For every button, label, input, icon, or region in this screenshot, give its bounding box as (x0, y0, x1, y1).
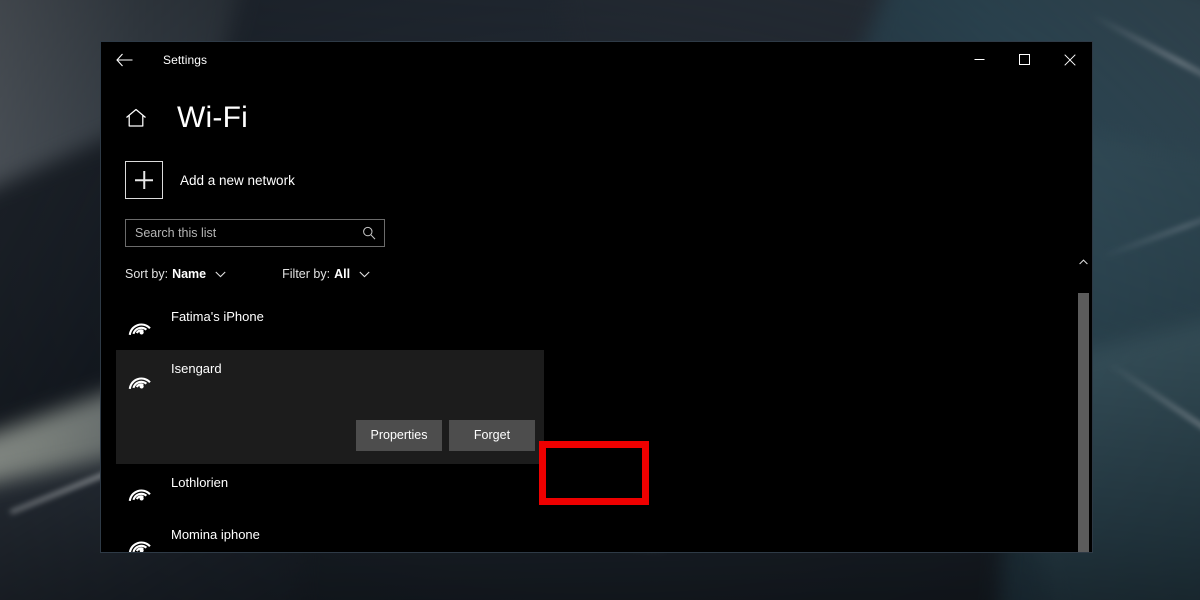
settings-content: Add a new network Sort by: Name F (101, 161, 1092, 552)
chevron-down-icon (215, 271, 226, 278)
minimize-button[interactable] (957, 42, 1002, 77)
forget-button[interactable]: Forget (449, 419, 535, 451)
sort-by-dropdown[interactable]: Sort by: Name (125, 267, 226, 281)
scroll-up-button[interactable] (1075, 251, 1092, 273)
chevron-up-icon (1079, 259, 1088, 265)
app-title: Settings (163, 52, 208, 67)
network-list-item[interactable]: Fatima's iPhone (116, 298, 544, 350)
network-list-item-selected[interactable]: Isengard (116, 350, 544, 406)
wifi-signal-icon (125, 313, 155, 336)
maximize-button[interactable] (1002, 42, 1047, 77)
network-list-item[interactable]: Lothlorien (116, 464, 544, 516)
maximize-icon (1019, 54, 1030, 65)
wifi-signal-icon (125, 531, 155, 552)
network-action-bar: Properties Forget (116, 406, 544, 464)
wifi-signal-icon (125, 479, 155, 502)
plus-icon (125, 161, 163, 199)
sort-by-value: Name (172, 267, 207, 281)
close-icon (1063, 53, 1076, 66)
window-titlebar[interactable]: Settings (101, 42, 1092, 77)
magnifier-glyph (363, 226, 376, 240)
close-button[interactable] (1047, 42, 1092, 77)
back-arrow-icon (115, 53, 132, 66)
network-name: Momina iphone (171, 527, 260, 542)
properties-button[interactable]: Properties (356, 419, 442, 451)
network-name: Fatima's iPhone (171, 309, 264, 324)
search-box[interactable] (125, 219, 385, 247)
scrollbar-thumb[interactable] (1078, 293, 1089, 552)
back-button[interactable] (101, 42, 147, 77)
sort-by-label: Sort by: (125, 267, 169, 281)
home-icon (126, 108, 146, 127)
settings-window: Settings Wi-Fi Add a new network Search … (100, 41, 1093, 553)
page-title: Wi-Fi (177, 100, 248, 134)
filter-by-label: Filter by: (282, 267, 331, 281)
search-input[interactable] (135, 226, 360, 240)
network-name: Isengard (171, 361, 222, 376)
minimize-icon (974, 59, 985, 60)
window-controls (957, 42, 1092, 77)
network-list: Fatima's iPhone Isengard Properties Forg… (116, 298, 1092, 552)
network-name: Lothlorien (171, 475, 229, 490)
page-header: Wi-Fi (101, 77, 1092, 139)
home-button[interactable] (125, 108, 151, 128)
list-filter-row: Sort by: Name Filter by: All (125, 267, 1092, 281)
search-icon[interactable] (360, 226, 378, 240)
vertical-scrollbar[interactable] (1075, 251, 1092, 552)
add-new-network-label: Add a new network (180, 172, 295, 188)
wifi-signal-icon (125, 367, 155, 390)
add-new-network-button[interactable]: Add a new network (125, 161, 425, 199)
network-list-item[interactable]: Momina iphone (116, 516, 544, 552)
chevron-down-icon (359, 271, 370, 278)
scrollbar-track[interactable] (1075, 273, 1092, 552)
filter-by-value: All (334, 267, 351, 281)
filter-by-dropdown[interactable]: Filter by: All (282, 267, 370, 281)
